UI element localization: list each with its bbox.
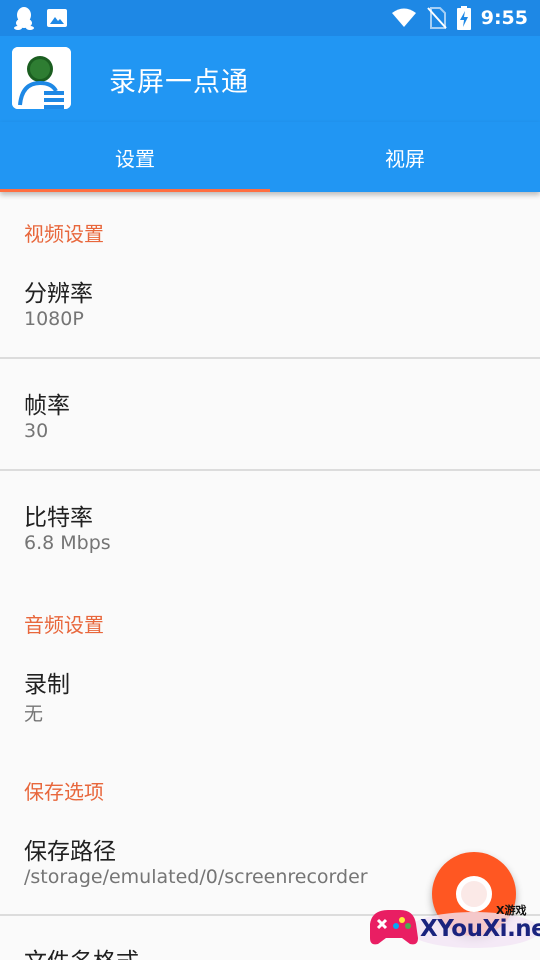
divider — [0, 357, 540, 359]
pref-summary: 1080P — [24, 308, 84, 330]
pref-title: 保存路径 — [24, 839, 116, 865]
pref-title: 分辨率 — [24, 281, 93, 307]
tab-videos[interactable]: 视屏 — [270, 122, 540, 192]
app-title: 录屏一点通 — [109, 67, 249, 98]
section-header-video: 视频设置 — [24, 221, 104, 246]
watermark: X游戏 XYouXi.net — [364, 898, 540, 960]
pref-title: 录制 — [24, 672, 70, 698]
section-header-save: 保存选项 — [24, 779, 104, 804]
app-logo — [12, 47, 71, 109]
gamepad-icon — [370, 910, 418, 945]
tab-settings[interactable]: 设置 — [0, 122, 270, 192]
divider — [0, 469, 540, 471]
pref-framerate[interactable]: 帧率 30 — [0, 370, 540, 470]
pref-title: 文件名格式 — [24, 942, 139, 960]
qq-icon — [14, 6, 34, 30]
battery-charging-icon — [456, 6, 471, 30]
status-bar: 9:55 — [0, 0, 540, 36]
pref-summary: 6.8 Mbps — [24, 532, 111, 554]
pref-bitrate[interactable]: 比特率 6.8 Mbps — [0, 482, 540, 582]
watermark-text: XYouXi.net — [420, 916, 540, 942]
pref-record[interactable]: 录制 无 — [0, 649, 540, 749]
no-sim-icon — [426, 7, 447, 29]
pref-resolution[interactable]: 分辨率 1080P — [0, 258, 540, 358]
clock: 9:55 — [480, 7, 528, 29]
image-icon — [46, 8, 68, 28]
section-header-audio: 音频设置 — [24, 612, 104, 637]
pref-summary: /storage/emulated/0/screenrecorder — [24, 866, 368, 888]
pref-summary: 30 — [24, 420, 49, 442]
pref-summary: 无 — [24, 703, 44, 725]
app-bar: 录屏一点通 — [0, 36, 540, 122]
wifi-icon — [391, 8, 417, 28]
tab-bar: 设置 视屏 — [0, 122, 540, 192]
pref-title: 比特率 — [24, 505, 93, 531]
pref-title: 帧率 — [24, 393, 70, 419]
